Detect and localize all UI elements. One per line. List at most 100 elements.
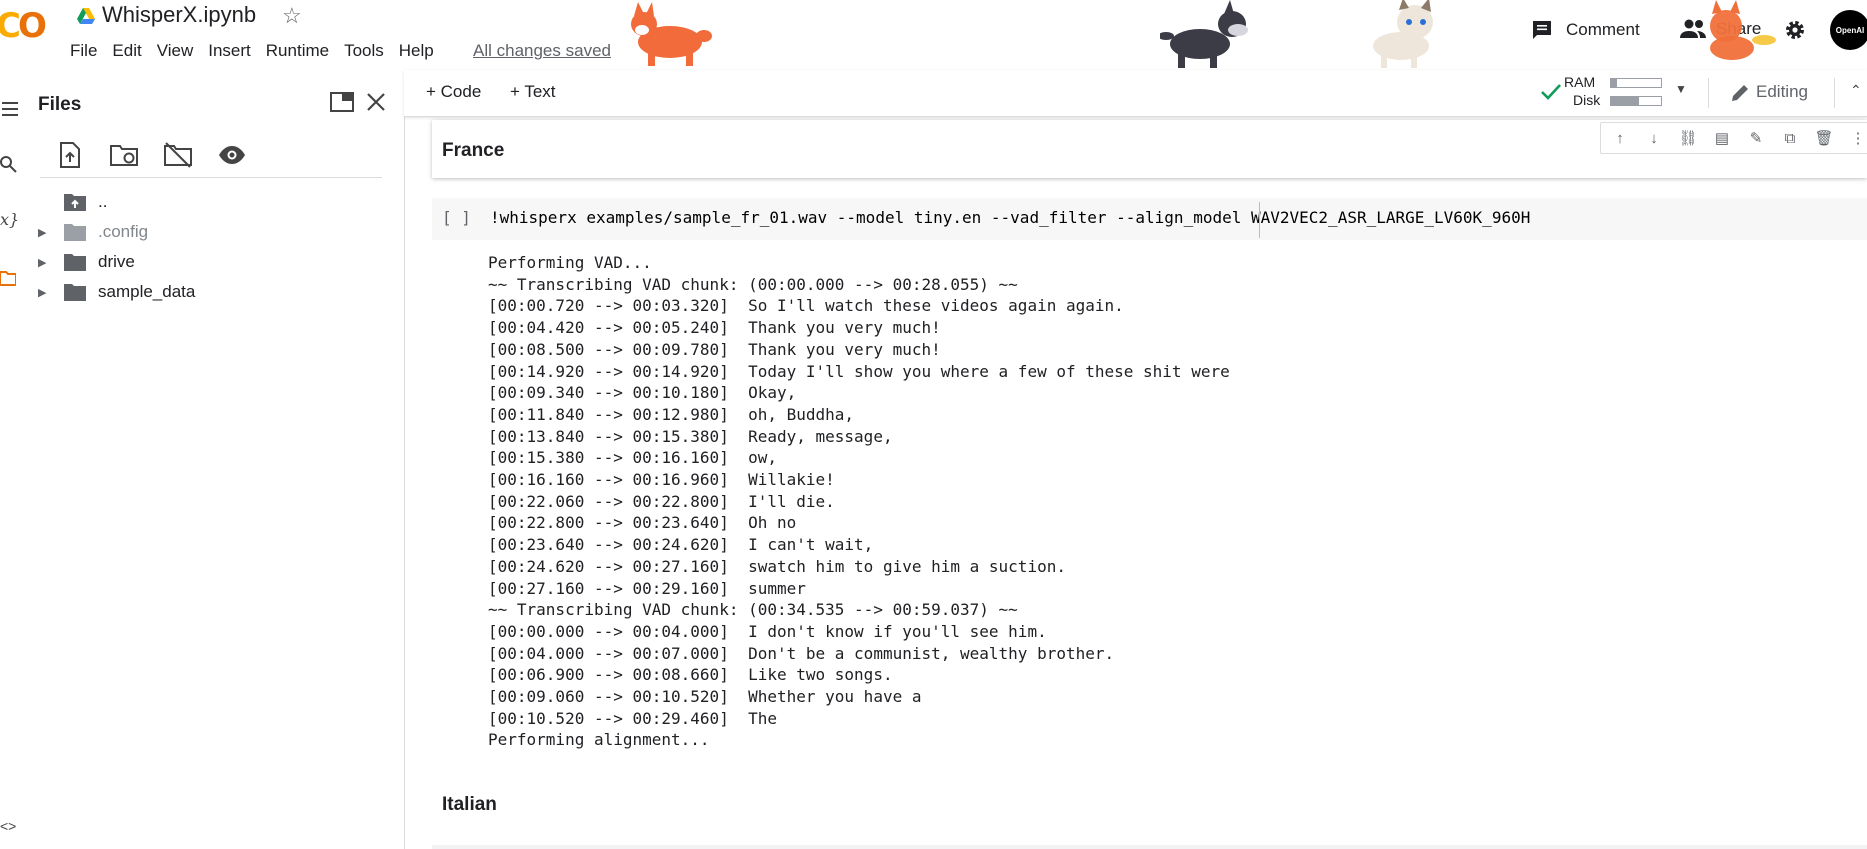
tree-item-drive[interactable]: ▶ drive (38, 252, 135, 272)
menu-tools[interactable]: Tools (344, 41, 384, 61)
output-line: [00:10.520 --> 00:29.460] The (488, 708, 777, 728)
save-status-link[interactable]: All changes saved (473, 41, 611, 61)
folder-icon (64, 224, 86, 241)
account-avatar[interactable]: OpenAI (1830, 10, 1867, 50)
output-line: [00:22.800 --> 00:23.640] Oh no (488, 513, 797, 533)
move-cell-down-icon[interactable]: ↓ (1641, 127, 1667, 149)
files-toolbar (55, 140, 247, 170)
editor-ruler (1259, 202, 1260, 238)
chevron-right-icon[interactable]: ▶ (38, 226, 52, 239)
menu-file[interactable]: File (70, 41, 97, 61)
output-line: [00:16.160 --> 00:16.960] Willakie! (488, 470, 835, 490)
search-icon[interactable] (0, 156, 18, 174)
output-line: [00:08.500 --> 00:09.780] Thank you very… (488, 339, 941, 359)
run-cell-button[interactable]: [ ] (442, 208, 471, 227)
output-line: [00:06.900 --> 00:08.660] Like two songs… (488, 665, 893, 685)
comment-label: Comment (1566, 20, 1640, 39)
pencil-icon (1732, 85, 1748, 101)
output-line: [00:00.720 --> 00:03.320] So I'll watch … (488, 296, 1124, 316)
show-hidden-files-icon[interactable] (217, 140, 247, 170)
comment-cell-icon[interactable]: ▤ (1709, 127, 1735, 149)
section-heading-france: France (442, 140, 505, 161)
output-line: [00:09.060 --> 00:10.520] Whether you ha… (488, 687, 922, 707)
output-line: [00:24.620 --> 00:27.160] swatch him to … (488, 556, 1066, 576)
tree-item-label: sample_data (98, 282, 196, 301)
chevron-down-icon[interactable]: ▼ (1675, 82, 1687, 96)
delete-cell-icon[interactable]: 🗑 (1811, 127, 1837, 149)
output-line: [00:00.000 --> 00:04.000] I don't know i… (488, 621, 1047, 641)
folder-up-icon (64, 194, 86, 211)
output-line: [00:04.000 --> 00:07.000] Don't be a com… (488, 643, 1115, 663)
disk-usage-bar (1610, 96, 1662, 106)
menu-view[interactable]: View (157, 41, 194, 61)
hamburger-menu-icon[interactable] (2, 102, 18, 116)
upload-file-icon[interactable] (55, 140, 85, 170)
cat-pet-icon (1373, 0, 1433, 68)
add-code-button[interactable]: + Code (426, 82, 481, 102)
edit-cell-icon[interactable]: ✎ (1743, 127, 1769, 149)
cell-separator (432, 845, 1867, 849)
files-divider (40, 177, 382, 178)
output-line: [00:23.640 --> 00:24.620] I can't wait, (488, 535, 874, 555)
output-line: [00:14.920 --> 00:14.920] Today I'll sho… (488, 361, 1230, 381)
output-line: [00:04.420 --> 00:05.240] Thank you very… (488, 318, 941, 338)
app-header: CO WhisperX.ipynb ☆ File Edit View Inser… (0, 0, 1867, 70)
output-line: [00:11.840 --> 00:12.980] oh, Buddha, (488, 404, 855, 424)
ram-usage-bar (1610, 78, 1662, 88)
mirror-cell-icon[interactable]: ⧉ (1777, 127, 1803, 149)
close-panel-icon[interactable] (366, 92, 386, 112)
menu-bar: File Edit View Insert Runtime Tools Help (70, 41, 449, 61)
notebook-title[interactable]: WhisperX.ipynb (102, 2, 256, 28)
chevron-right-icon[interactable]: ▶ (38, 286, 52, 299)
cell-toolbar: ↑ ↓ ⛓ ▤ ✎ ⧉ 🗑 ⋮ (1600, 122, 1867, 154)
collapse-header-icon[interactable]: ⌃ (1850, 82, 1862, 99)
add-text-button[interactable]: + Text (510, 82, 556, 102)
code-editor[interactable]: !whisperx examples/sample_fr_01.wav --mo… (490, 208, 1530, 227)
output-line: [00:09.340 --> 00:10.180] Okay, (488, 383, 797, 403)
tree-item-label: .config (98, 222, 149, 241)
google-drive-icon (77, 8, 95, 24)
folder-icon (64, 254, 86, 271)
chevron-right-icon[interactable]: ▶ (38, 256, 52, 269)
output-line: [00:27.160 --> 00:29.160] summer (488, 578, 806, 598)
tree-item-label: .. (98, 192, 108, 211)
output-line: [00:13.840 --> 00:15.380] Ready, message… (488, 426, 893, 446)
tree-item-config[interactable]: ▶ .config (38, 222, 148, 242)
menu-help[interactable]: Help (399, 41, 434, 61)
comment-button[interactable]: Comment (1530, 18, 1640, 42)
resource-monitor[interactable]: RAM Disk (1564, 74, 1684, 114)
move-cell-up-icon[interactable]: ↑ (1607, 127, 1633, 149)
orange-fox-pet-icon (1710, 0, 1776, 60)
disk-label: Disk (1573, 92, 1601, 108)
output-line: Performing alignment... (488, 730, 710, 750)
black-dog-pet-icon (1160, 0, 1248, 68)
link-icon[interactable]: ⛓ (1675, 127, 1701, 149)
refresh-folder-icon[interactable] (109, 140, 139, 170)
colab-logo[interactable]: CO (0, 6, 47, 46)
menu-edit[interactable]: Edit (112, 41, 141, 61)
more-options-icon[interactable]: ⋮ (1845, 127, 1867, 149)
variables-icon[interactable]: 𝑥} (0, 210, 19, 229)
unmount-drive-icon[interactable] (163, 140, 193, 170)
menu-insert[interactable]: Insert (208, 41, 251, 61)
output-line: [00:15.380 --> 00:16.160] ow, (488, 448, 777, 468)
files-panel: 𝑥} <> Files .. ▶ .config ▶ drive ▶ sampl… (0, 70, 405, 849)
code-snippets-icon[interactable]: <> (0, 818, 16, 834)
open-in-window-icon[interactable] (330, 92, 354, 112)
notebook-toolbar: + Code + Text RAM Disk ▼ Editing ⌃ (404, 70, 1867, 117)
output-line: Performing VAD... (488, 253, 652, 272)
settings-gear-icon[interactable] (1783, 18, 1807, 42)
corgi-pet-icon (631, 2, 712, 66)
menu-runtime[interactable]: Runtime (266, 41, 329, 61)
editing-mode-button[interactable]: Editing (1756, 82, 1808, 102)
output-line: [00:22.060 --> 00:22.800] I'll die. (488, 491, 835, 511)
tree-item-parent[interactable]: .. (38, 192, 107, 212)
cell-output: Performing VAD... ~~ Transcribing VAD chu… (488, 252, 1230, 751)
tree-item-sample-data[interactable]: ▶ sample_data (38, 282, 195, 302)
folder-icon (64, 284, 86, 301)
folder-active-icon[interactable] (0, 270, 16, 286)
ram-label: RAM (1564, 74, 1596, 90)
connected-check-icon (1541, 84, 1561, 100)
star-icon[interactable]: ☆ (282, 3, 302, 29)
tree-item-label: drive (98, 252, 135, 271)
